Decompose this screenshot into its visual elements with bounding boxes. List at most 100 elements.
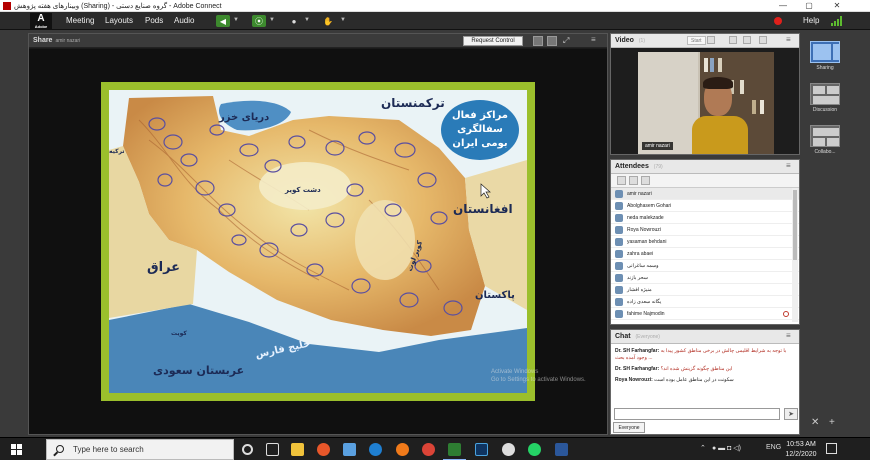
attendee-row[interactable]: وسمه ساغرانی	[611, 260, 799, 272]
taskbar-search[interactable]: Type here to search	[46, 439, 234, 460]
attendee-row[interactable]: fahime Najmodin	[611, 308, 799, 320]
shared-screen: ترکمنستان دریای خزر ترکیه افغانستان دشت …	[29, 49, 607, 434]
chat-recipient-tab[interactable]: Everyone	[613, 422, 645, 433]
menu-help[interactable]: Help	[803, 16, 819, 25]
settings-icon[interactable]	[707, 36, 715, 44]
add-layout-icon[interactable]: +	[829, 417, 835, 428]
attendee-row[interactable]: zahra abaei	[611, 248, 799, 260]
close-button[interactable]: ✕	[828, 1, 846, 11]
chat-message: Dr. SH Farhangfar: با توجه به شرایط اقلی…	[615, 348, 795, 362]
restore-button[interactable]: ▢	[800, 1, 818, 11]
label-afghanistan: افغانستان	[453, 202, 513, 216]
activate-windows-watermark: Activate Windows Go to Settings to activ…	[491, 368, 586, 384]
tray-icons[interactable]: ● ▬ ◘ ◁)	[712, 444, 741, 452]
attendee-row[interactable]: سحر بازند	[611, 272, 799, 284]
attendee-row[interactable]: یگانه سعدی زاده	[611, 296, 799, 308]
chrome-icon[interactable]	[422, 443, 435, 456]
edge-browser-icon[interactable]	[369, 443, 382, 456]
microphone-dropdown-icon[interactable]: ▼	[269, 17, 275, 23]
attendee-row[interactable]: منیژه افشار	[611, 284, 799, 296]
task-view-icon[interactable]	[266, 443, 279, 456]
cortana-icon[interactable]	[242, 444, 253, 455]
media-app-icon[interactable]	[317, 443, 330, 456]
attendees-pod-menu-icon[interactable]: ≡	[786, 161, 791, 170]
attendee-row[interactable]: neda malekzade	[611, 212, 799, 224]
fit-width-icon[interactable]	[547, 36, 557, 46]
status-dropdown-icon[interactable]: ▼	[340, 17, 346, 23]
filmstrip-view-icon[interactable]	[743, 36, 751, 44]
breakout-view-icon[interactable]	[629, 176, 638, 185]
book	[704, 58, 708, 72]
menu-meeting[interactable]: Meeting	[66, 16, 94, 25]
raise-hand-icon[interactable]: ✋	[322, 15, 334, 27]
layout-sharing[interactable]: Sharing	[809, 41, 841, 71]
list-view-icon[interactable]	[617, 176, 626, 185]
menu-pods[interactable]: Pods	[145, 16, 163, 25]
speaker-dropdown-icon[interactable]: ▼	[233, 17, 239, 23]
notification-icon[interactable]	[826, 443, 837, 454]
chat-input[interactable]	[614, 408, 780, 420]
fullscreen-video-icon[interactable]	[759, 36, 767, 44]
host-icon	[615, 189, 623, 198]
webcam-dropdown-icon[interactable]: ▼	[304, 17, 310, 23]
book	[760, 100, 764, 114]
share-pod-menu-icon[interactable]: ≡	[591, 35, 596, 44]
request-control-button[interactable]: Request Control	[463, 36, 523, 46]
close-layout-icon[interactable]: ✕	[811, 417, 819, 428]
label-caspian: دریای خزر	[219, 112, 270, 123]
sync-view-icon[interactable]	[533, 36, 543, 46]
label-dasht-kavir: دشت کویر	[285, 186, 321, 194]
label-iraq: عراق	[147, 260, 181, 275]
attendee-host[interactable]: amir nazari	[611, 188, 799, 200]
attendee-scrollbar[interactable]	[792, 188, 798, 322]
app-icon[interactable]	[502, 443, 515, 456]
label-kuwait: کویت	[171, 330, 187, 337]
menu-audio[interactable]: Audio	[174, 16, 194, 25]
firefox-icon[interactable]	[396, 443, 409, 456]
share-pod-header: Share amir nazari Request Control ⤢ ≡	[29, 34, 607, 48]
attendee-row[interactable]: Roya Nowrouzi	[611, 224, 799, 236]
bubble-line-1: مراکز فعال	[452, 110, 508, 121]
file-explorer-icon[interactable]	[291, 443, 304, 456]
tray-expand-icon[interactable]: ⌃	[700, 444, 706, 452]
layout-collaboration[interactable]: Collabo...	[809, 125, 841, 155]
recording-indicator-icon[interactable]	[774, 17, 782, 25]
photoshop-icon[interactable]	[475, 443, 488, 456]
attendees-pod-title: Attendees (79)	[615, 163, 663, 170]
start-video-button[interactable]: Start	[687, 36, 706, 45]
camera-name-label: amir nazari	[642, 142, 673, 150]
camera-wall	[638, 52, 698, 154]
grid-view-icon[interactable]	[729, 36, 737, 44]
sort-icon[interactable]	[641, 176, 650, 185]
chat-message: Dr. SH Farhangfar: این مناطق چگونه گزینش…	[615, 366, 795, 373]
scroll-thumb[interactable]	[793, 190, 797, 260]
menu-layouts[interactable]: Layouts	[105, 16, 133, 25]
video-pod-title: Video (1)	[615, 37, 645, 44]
start-icon[interactable]	[11, 444, 22, 455]
send-message-icon[interactable]: ➤	[784, 408, 798, 420]
minimize-button[interactable]: —	[774, 1, 792, 11]
chat-pod-menu-icon[interactable]: ≡	[786, 331, 791, 340]
webcam-icon[interactable]: ●	[288, 15, 300, 27]
fullscreen-icon[interactable]: ⤢	[563, 36, 573, 46]
attendee-row[interactable]: Abolghasem Gohari	[611, 200, 799, 212]
speaker-icon[interactable]: ◀	[216, 15, 230, 27]
microphone-icon[interactable]: ⦿	[252, 15, 266, 27]
camera-feed: amir nazari	[638, 52, 774, 154]
search-placeholder: Type here to search	[73, 445, 144, 454]
book	[710, 58, 714, 72]
adobe-connect-taskbar-icon[interactable]	[443, 443, 466, 460]
language-indicator[interactable]: ENG	[766, 444, 781, 451]
whatsapp-icon[interactable]	[528, 443, 541, 456]
layout-discussion[interactable]: Discussion	[809, 83, 841, 113]
layouts-bar: Sharing Discussion Collabo...	[805, 33, 845, 435]
share-title-text: Share	[33, 37, 53, 44]
video-pod-menu-icon[interactable]: ≡	[786, 35, 791, 44]
taskbar-clock[interactable]: 10:53 AM 12/2/2020	[784, 440, 818, 460]
word-icon[interactable]	[555, 443, 568, 456]
book	[718, 58, 722, 72]
attendee-name: fahime Najmodin	[627, 310, 665, 317]
mail-app-icon[interactable]	[343, 443, 356, 456]
bubble-line-2: سفالگری	[457, 124, 503, 135]
attendee-row[interactable]: yasaman behdani	[611, 236, 799, 248]
